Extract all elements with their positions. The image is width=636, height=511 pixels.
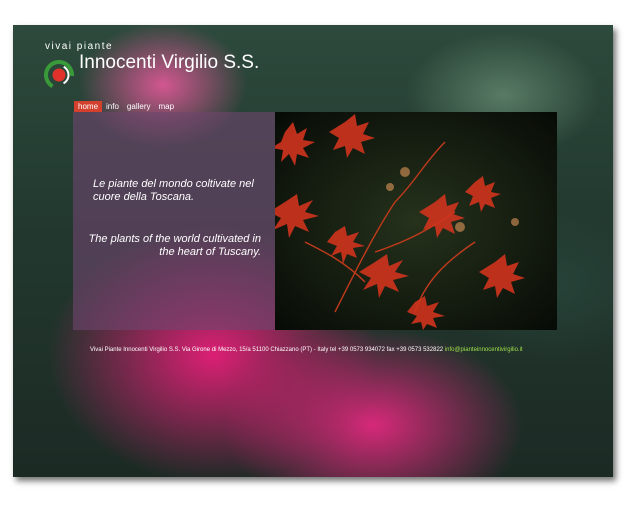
- nav-home[interactable]: home: [74, 101, 103, 112]
- main-nav: home info gallery map: [74, 101, 178, 112]
- content-panel: Le piante del mondo coltivate nel cuore …: [73, 112, 557, 330]
- footer-address: Vivai Piante Innocenti Virgilio S.S. Via…: [90, 347, 444, 353]
- footer-email-link[interactable]: info@pianteinnocentivirgilio.it: [445, 347, 523, 353]
- nav-gallery[interactable]: gallery: [123, 101, 155, 112]
- logo-icon[interactable]: [42, 58, 76, 92]
- footer-contact-info: Vivai Piante Innocenti Virgilio S.S. Via…: [90, 347, 550, 353]
- maple-leaves-image: [275, 112, 557, 330]
- nav-info[interactable]: info: [102, 101, 123, 112]
- nav-map[interactable]: map: [155, 101, 179, 112]
- intro-text-box: Le piante del mondo coltivate nel cuore …: [73, 112, 275, 330]
- brand-tagline: vivai piante: [45, 41, 114, 52]
- page-frame: vivai piante Innocenti Virgilio S.S. hom…: [13, 25, 613, 477]
- intro-text-italian: Le piante del mondo coltivate nel cuore …: [93, 178, 254, 203]
- intro-text-english: The plants of the world cultivated in th…: [88, 233, 261, 258]
- brand-name: Innocenti Virgilio S.S.: [79, 52, 260, 73]
- featured-plant-photo: [275, 112, 557, 330]
